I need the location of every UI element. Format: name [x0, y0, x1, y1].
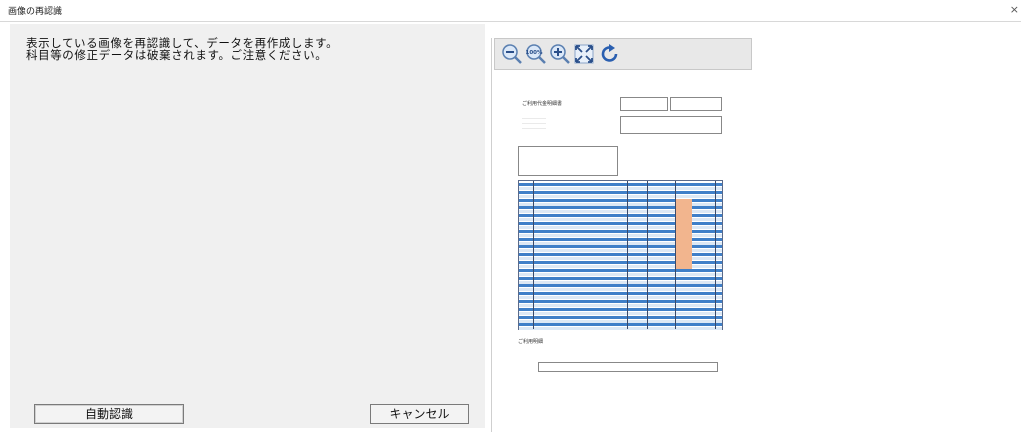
- table-row: [519, 303, 722, 307]
- document-preview: ご利用代金明細書 …………………… …………………… …………………… ご利用明…: [518, 94, 736, 394]
- total-box: [538, 362, 718, 372]
- table-row: [519, 272, 722, 276]
- close-icon[interactable]: ×: [1010, 3, 1019, 16]
- address-text: ……………………: [522, 121, 546, 125]
- table-row: [519, 323, 722, 327]
- left-panel: 表示している画像を再認識して、データを再作成します。 科目等の修正データは破棄さ…: [10, 24, 485, 428]
- table-row: [519, 296, 722, 300]
- header-box: [670, 97, 722, 111]
- cancel-button[interactable]: キャンセル: [370, 404, 469, 424]
- address-text: ……………………: [522, 126, 546, 130]
- table-row: [519, 319, 722, 323]
- zoom-out-icon[interactable]: [501, 43, 523, 65]
- table-row: [519, 280, 722, 284]
- highlight-column: [676, 199, 692, 269]
- header-box: [620, 97, 668, 111]
- rotate-icon[interactable]: [599, 43, 621, 65]
- image-viewer[interactable]: 100% ご利用代金明細書 …………………… …………………… ………………………: [491, 38, 1021, 432]
- table-row: [519, 292, 722, 296]
- table-row: [519, 268, 722, 272]
- zoom-100-icon[interactable]: 100%: [525, 43, 547, 65]
- table-row: [519, 183, 722, 186]
- table-row: [519, 307, 722, 311]
- table-row: [519, 194, 722, 198]
- fit-to-window-icon[interactable]: [573, 43, 595, 65]
- window-title: 画像の再認識: [8, 7, 63, 17]
- summary-box: [620, 116, 722, 134]
- instruction-line-2: 科目等の修正データは破棄されます。ご注意ください。: [26, 48, 328, 62]
- table-row: [519, 327, 722, 331]
- document-title: ご利用代金明細書: [522, 101, 563, 107]
- zoom-in-icon[interactable]: [549, 43, 571, 65]
- table-row: [519, 315, 722, 319]
- table-row: [519, 300, 722, 303]
- table-row: [519, 311, 722, 315]
- zoom-100-label: 100%: [526, 50, 543, 56]
- table-row: [519, 276, 722, 280]
- address-text: ……………………: [522, 116, 546, 120]
- table-row: [519, 190, 722, 194]
- auto-recognize-button[interactable]: 自動認識: [34, 404, 184, 424]
- viewer-toolbar: 100%: [494, 38, 752, 70]
- instruction-message: 表示している画像を再認識して、データを再作成します。 科目等の修正データは破棄さ…: [26, 37, 338, 61]
- table-row: [519, 284, 722, 288]
- statement-table: [518, 180, 723, 331]
- window-titlebar: 画像の再認識 ×: [0, 0, 1021, 22]
- table-row: [519, 288, 722, 292]
- table-row: [519, 186, 722, 190]
- notice-box: [518, 146, 618, 176]
- usage-section-heading: ご利用明細: [518, 339, 544, 345]
